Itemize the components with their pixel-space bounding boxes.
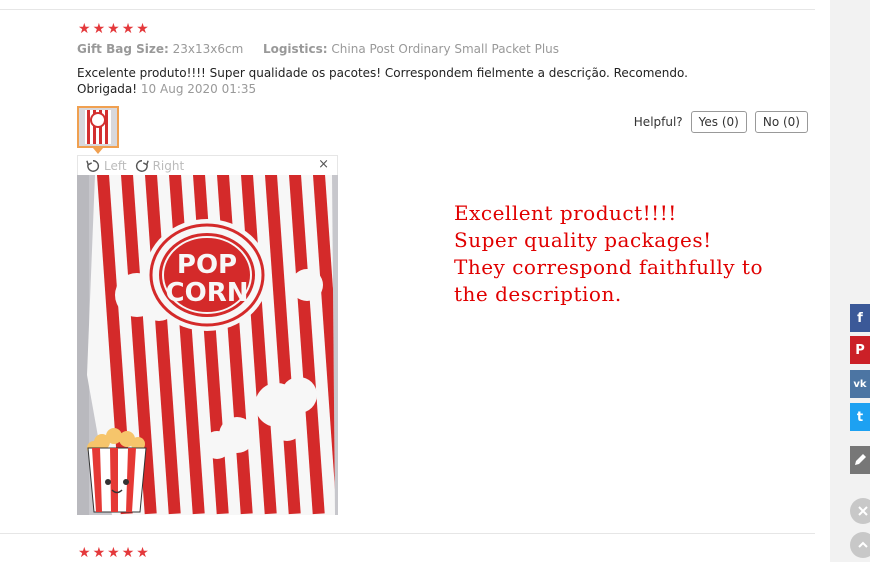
vk-icon: vk xyxy=(853,378,867,390)
star-icon: ★ xyxy=(136,545,149,561)
photo-text-corn: CORN xyxy=(166,278,249,308)
thumbnail-pointer xyxy=(93,148,103,154)
review-meta: Gift Bag Size: 23x13x6cm Logistics: Chin… xyxy=(77,42,559,56)
review-rating: ★ ★ ★ ★ ★ xyxy=(78,22,149,36)
popcorn-sticker xyxy=(87,428,147,513)
next-review-rating: ★ ★ ★ ★ ★ xyxy=(78,546,149,560)
scroll-top-button[interactable] xyxy=(850,532,870,558)
facebook-icon: f xyxy=(857,310,863,326)
pencil-icon xyxy=(855,454,866,465)
divider-bottom xyxy=(0,533,815,534)
helpful-yes-button[interactable]: Yes (0) xyxy=(690,111,747,133)
rotate-left-button[interactable]: Left xyxy=(86,159,127,173)
translation-line-4: the description. xyxy=(454,282,622,306)
star-icon: ★ xyxy=(121,545,135,561)
review-photo-thumbnail[interactable] xyxy=(77,106,119,148)
popcorn-bag-image: POP CORN xyxy=(77,175,338,515)
star-icon: ★ xyxy=(107,545,120,561)
rotate-right-button[interactable]: Right xyxy=(135,158,185,173)
photo-viewer-toolbar: Left Right × xyxy=(77,155,338,175)
pinterest-share-button[interactable]: P xyxy=(850,336,870,364)
close-icon[interactable]: × xyxy=(318,157,329,172)
translation-text: Excellent product!!!! Super quality pack… xyxy=(454,200,763,308)
page-right-gutter xyxy=(830,0,870,562)
twitter-icon: t xyxy=(856,409,864,425)
close-share-button[interactable] xyxy=(850,498,870,524)
translation-line-2: Super quality packages! xyxy=(454,228,712,252)
star-icon: ★ xyxy=(92,21,106,37)
star-icon: ★ xyxy=(121,21,135,37)
translation-line-1: Excellent product!!!! xyxy=(454,201,677,225)
photo-text-pop: POP xyxy=(177,250,237,280)
review-date: 10 Aug 2020 01:35 xyxy=(140,82,257,96)
chevron-up-icon xyxy=(858,541,868,548)
translation-line-3: They correspond faithfully to xyxy=(454,255,764,279)
edit-button[interactable] xyxy=(850,446,870,474)
gift-bag-label: Gift Bag Size: xyxy=(77,42,169,56)
star-icon: ★ xyxy=(78,21,91,37)
helpful-section: Helpful? Yes (0) No (0) xyxy=(634,111,808,133)
rotate-left-icon xyxy=(86,159,100,172)
close-icon xyxy=(858,506,868,516)
divider-top xyxy=(0,9,815,10)
star-icon: ★ xyxy=(107,21,120,37)
gift-bag-value: 23x13x6cm xyxy=(172,42,244,56)
twitter-share-button[interactable]: t xyxy=(850,403,870,431)
rotate-right-icon xyxy=(135,159,149,172)
review-photo: POP CORN xyxy=(77,175,338,515)
review-body: Excelente produto!!!! Super qualidade os… xyxy=(77,65,727,97)
star-icon: ★ xyxy=(136,21,149,37)
logistics-label: Logistics: xyxy=(262,42,328,56)
rotate-left-label: Left xyxy=(104,158,127,173)
helpful-no-button[interactable]: No (0) xyxy=(754,111,808,133)
helpful-label: Helpful? xyxy=(633,115,683,129)
pinterest-icon: P xyxy=(855,342,865,358)
vk-share-button[interactable]: vk xyxy=(850,370,870,398)
star-icon: ★ xyxy=(78,545,91,561)
logistics-value: China Post Ordinary Small Packet Plus xyxy=(331,42,560,56)
facebook-share-button[interactable]: f xyxy=(850,304,870,332)
rotate-right-label: Right xyxy=(152,158,185,173)
star-icon: ★ xyxy=(92,545,106,561)
